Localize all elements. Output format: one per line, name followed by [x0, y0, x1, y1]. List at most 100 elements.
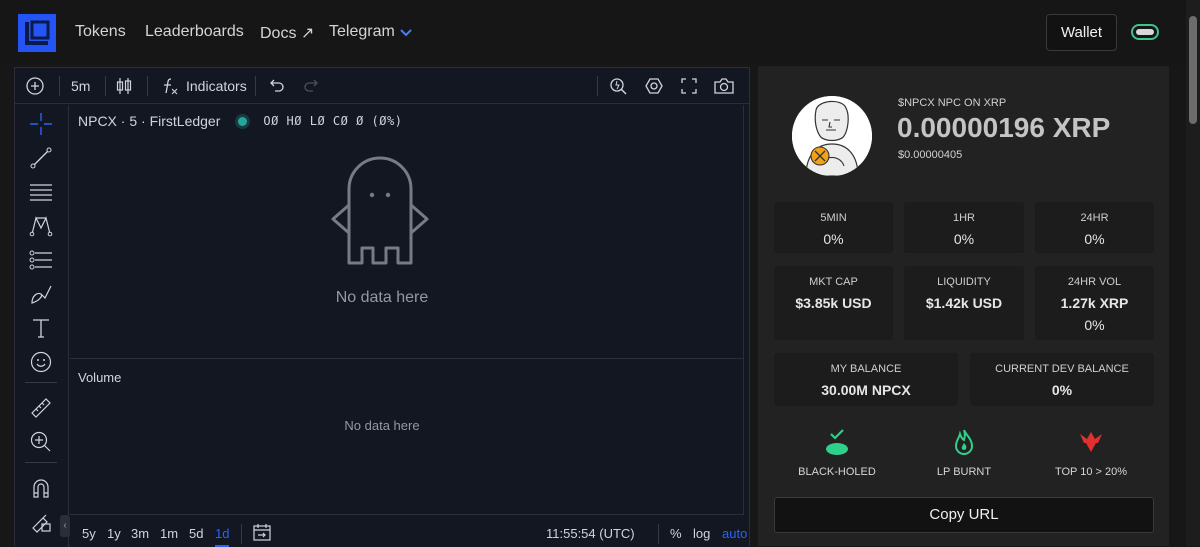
stat-value: 0% — [823, 231, 844, 247]
liquidity-card: LIQUIDITY $1.42k USD — [904, 266, 1024, 340]
function-icon — [164, 78, 178, 95]
price-axis[interactable] — [743, 105, 749, 515]
fullscreen-icon[interactable] — [680, 76, 698, 96]
token-price: 0.00000196 XRP — [897, 112, 1111, 143]
range-1y[interactable]: 1y — [107, 526, 121, 541]
dev-balance-card: CURRENT DEV BALANCE 0% — [970, 353, 1154, 406]
token-usd-price: $0.00000405 — [898, 149, 963, 161]
badge-label: TOP 10 > 20% — [1054, 466, 1128, 478]
stat-value: 0% — [1051, 382, 1073, 398]
range-5y[interactable]: 5y — [82, 526, 96, 541]
stat-subvalue: 0% — [1084, 317, 1105, 333]
collapse-toolbar-button[interactable]: ‹ — [60, 515, 70, 537]
flame-icon — [954, 429, 974, 455]
red-hand-icon — [1080, 432, 1102, 452]
ruler-icon[interactable] — [28, 395, 54, 421]
candle-type-icon[interactable] — [115, 76, 133, 96]
token-avatar — [792, 96, 872, 176]
wallet-button[interactable]: Wallet — [1046, 14, 1117, 51]
symbol-label[interactable]: NPCX · 5 · FirstLedger — [78, 113, 220, 129]
change-1hr-card: 1HR 0% — [904, 202, 1024, 253]
drawing-toolbar: ‹ — [15, 105, 70, 547]
range-3m[interactable]: 3m — [131, 526, 149, 541]
log-scale-button[interactable]: log — [693, 526, 710, 541]
stat-label: 24HR — [1080, 212, 1109, 224]
emoji-icon[interactable] — [28, 349, 54, 375]
stat-label: LIQUIDITY — [937, 276, 991, 288]
token-name: $NPCX NPC ON XRP — [898, 97, 1007, 109]
market-cap-card: MKT CAP $3.85k USD — [774, 266, 893, 340]
clock-time[interactable]: 11:55:54 (UTC) — [546, 526, 635, 541]
stat-value: 0% — [953, 231, 975, 247]
redo-icon[interactable] — [303, 76, 321, 96]
lp-burnt-badge: LP BURNT — [904, 426, 1024, 478]
time-range-bar: 5y 1y 3m 1m 5d 1d 11:55:54 (UTC) % log a… — [70, 516, 749, 547]
camera-icon[interactable] — [713, 76, 735, 96]
auto-scale-button[interactable]: auto — [722, 526, 747, 541]
zoom-in-icon[interactable] — [28, 429, 54, 455]
undo-icon[interactable] — [267, 76, 285, 96]
change-24hr-card: 24HR 0% — [1035, 202, 1154, 253]
chart-legend: NPCX · 5 · FirstLedger OØ HØ LØ CØ Ø (Ø%… — [78, 113, 402, 129]
chart-toolbar: 5m Indicators — [15, 68, 749, 104]
settings-icon[interactable] — [644, 76, 664, 96]
volume-no-data-message: No data here — [344, 418, 420, 433]
stat-value: 30.00M NPCX — [821, 382, 911, 398]
badge-label: LP BURNT — [936, 466, 992, 478]
indicators-button[interactable]: Indicators — [160, 76, 247, 96]
badge-label: BLACK-HOLED — [798, 466, 876, 478]
nav-leaderboards-link[interactable]: Leaderboards — [145, 23, 244, 41]
nav-telegram-link[interactable]: Telegram — [329, 23, 395, 41]
copy-url-button[interactable]: Copy URL — [774, 497, 1154, 533]
ohlc-values: OØ HØ LØ CØ Ø (Ø%) — [263, 114, 403, 128]
stat-value: $1.42k USD — [925, 295, 1003, 311]
volume-pane[interactable]: Volume No data here — [70, 360, 743, 515]
add-symbol-icon[interactable] — [25, 76, 45, 96]
interval-button[interactable]: 5m — [71, 76, 90, 96]
range-5d[interactable]: 5d — [189, 526, 203, 541]
change-5min-card: 5MIN 0% — [774, 202, 893, 253]
stat-value: 0% — [1084, 231, 1105, 247]
fib-lines-icon[interactable] — [28, 179, 54, 205]
theme-toggle[interactable] — [1131, 24, 1159, 40]
volume-24hr-card: 24HR VOL 1.27k XRP 0% — [1035, 266, 1154, 340]
indicators-label: Indicators — [186, 78, 247, 94]
stat-value: 1.27k XRP — [1060, 295, 1129, 311]
forecast-tools-icon[interactable] — [28, 247, 54, 273]
brush-icon[interactable] — [28, 281, 54, 307]
range-1d[interactable]: 1d — [215, 526, 230, 547]
no-data-message: No data here — [335, 289, 429, 306]
date-range-icon[interactable] — [252, 522, 272, 542]
top10-badge: TOP 10 > 20% — [1031, 426, 1151, 478]
quick-search-icon[interactable] — [609, 76, 629, 96]
stat-label: MY BALANCE — [830, 363, 902, 375]
logo[interactable] — [18, 14, 56, 52]
magnet-icon[interactable] — [28, 475, 54, 501]
npc-character-icon — [792, 96, 872, 176]
black-hole-check-icon — [826, 429, 848, 455]
top-navigation: Tokens Leaderboards Docs ↗ Telegram Wall… — [0, 0, 1186, 64]
ghost-icon — [331, 156, 429, 265]
my-balance-card: MY BALANCE 30.00M NPCX — [774, 353, 958, 406]
range-1m[interactable]: 1m — [160, 526, 178, 541]
stat-label: CURRENT DEV BALANCE — [995, 363, 1129, 375]
percent-scale-button[interactable]: % — [670, 526, 682, 541]
crosshair-icon[interactable] — [28, 111, 54, 137]
stat-value: $3.85k USD — [795, 295, 872, 311]
stat-label: 1HR — [952, 212, 975, 224]
nav-docs-link[interactable]: Docs ↗ — [260, 23, 314, 43]
scroll-thumb[interactable] — [1189, 16, 1197, 124]
nav-tokens-link[interactable]: Tokens — [75, 23, 126, 41]
pattern-icon[interactable] — [28, 213, 54, 239]
stat-label: 5MIN — [820, 212, 847, 224]
chart-panel: 5m Indicators ‹ NPCX · 5 · FirstLedger O… — [14, 67, 750, 547]
market-status-dot — [238, 116, 248, 126]
page-scrollbar[interactable] — [1186, 0, 1200, 546]
chevron-down-icon[interactable] — [399, 28, 413, 38]
price-pane[interactable]: NPCX · 5 · FirstLedger OØ HØ LØ CØ Ø (Ø%… — [70, 105, 743, 359]
logo-mark-icon — [25, 20, 50, 45]
black-holed-badge: BLACK-HOLED — [777, 426, 897, 478]
trend-line-icon[interactable] — [28, 145, 54, 171]
text-tool-icon[interactable] — [28, 315, 54, 341]
lock-drawing-icon[interactable] — [28, 509, 54, 535]
